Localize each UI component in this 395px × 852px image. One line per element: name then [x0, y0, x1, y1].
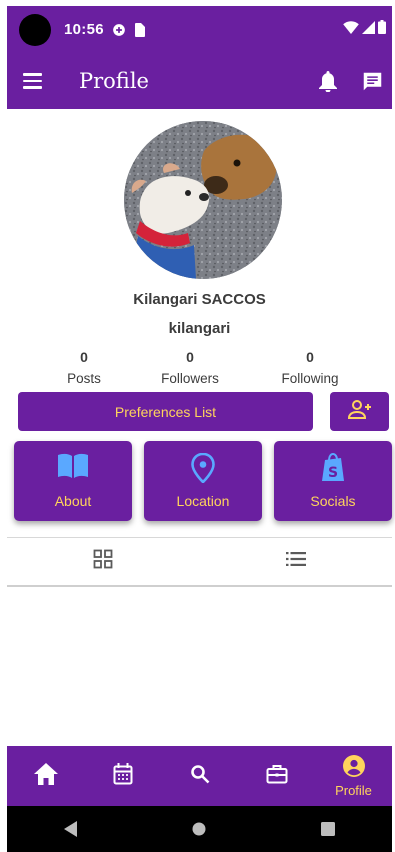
location-pin-icon: [144, 453, 262, 483]
divider: [7, 585, 392, 587]
sim-icon: [134, 22, 145, 37]
stat-followers[interactable]: 0 Followers: [150, 349, 230, 386]
add-user-button[interactable]: [330, 392, 389, 431]
chat-icon[interactable]: [360, 69, 384, 93]
profile-name: Kilangari SACCOS: [133, 291, 266, 308]
stat-label: Followers: [161, 371, 219, 386]
menu-icon[interactable]: [23, 69, 47, 93]
svg-text:S: S: [328, 465, 338, 481]
home-circle-icon[interactable]: [169, 806, 229, 852]
preferences-list-button[interactable]: Preferences List: [18, 392, 313, 431]
nav-home[interactable]: [7, 746, 84, 806]
home-icon: [33, 762, 58, 790]
person-add-icon: [347, 399, 372, 424]
book-icon: [14, 453, 132, 479]
data-saver-icon: [112, 23, 126, 37]
battery-icon: [378, 20, 386, 39]
wifi-icon: [343, 20, 359, 39]
stat-value: 0: [80, 349, 88, 365]
stat-posts[interactable]: 0 Posts: [54, 349, 114, 386]
recents-icon[interactable]: [298, 806, 358, 852]
stat-value: 0: [306, 349, 314, 365]
profile-handle: kilangari: [168, 320, 231, 337]
tab-list[interactable]: [200, 538, 393, 585]
camera-hole: [19, 13, 51, 46]
bottom-navigation: Profile: [7, 746, 392, 806]
stat-following[interactable]: 0 Following: [270, 349, 350, 386]
back-icon[interactable]: [41, 806, 101, 852]
bell-icon[interactable]: [316, 69, 340, 93]
stat-label: Following: [281, 371, 339, 386]
profile-content: Kilangari SACCOS kilangari 0 Posts 0 Fol…: [7, 109, 392, 746]
stat-value: 0: [186, 349, 194, 365]
status-time: 10:56: [64, 21, 104, 38]
avatar[interactable]: [124, 121, 282, 279]
account-circle-icon: [342, 754, 365, 782]
shopify-bag-icon: S: [274, 453, 392, 483]
briefcase-icon: [266, 764, 288, 789]
nav-calendar[interactable]: [84, 746, 161, 806]
page-title: Profile: [79, 69, 149, 93]
card-label: Socials: [310, 493, 356, 509]
signal-icon: [362, 20, 375, 39]
nav-profile[interactable]: Profile: [315, 746, 392, 806]
list-icon: [285, 552, 306, 571]
calendar-icon: [113, 762, 133, 790]
search-icon: [190, 764, 210, 789]
system-navigation: [7, 806, 392, 852]
socials-card[interactable]: S Socials: [274, 441, 392, 521]
nav-label: Profile: [335, 782, 372, 798]
about-card[interactable]: About: [14, 441, 132, 521]
card-label: Location: [176, 493, 230, 509]
tab-grid[interactable]: [7, 538, 200, 585]
card-label: About: [54, 493, 92, 509]
nav-search[interactable]: [161, 746, 238, 806]
status-bar: 10:56: [7, 6, 392, 53]
stat-label: Posts: [67, 371, 101, 386]
location-card[interactable]: Location: [144, 441, 262, 521]
grid-icon: [93, 549, 113, 574]
view-tabs: [7, 538, 392, 585]
app-bar: Profile: [7, 53, 392, 109]
nav-business[interactable]: [238, 746, 315, 806]
